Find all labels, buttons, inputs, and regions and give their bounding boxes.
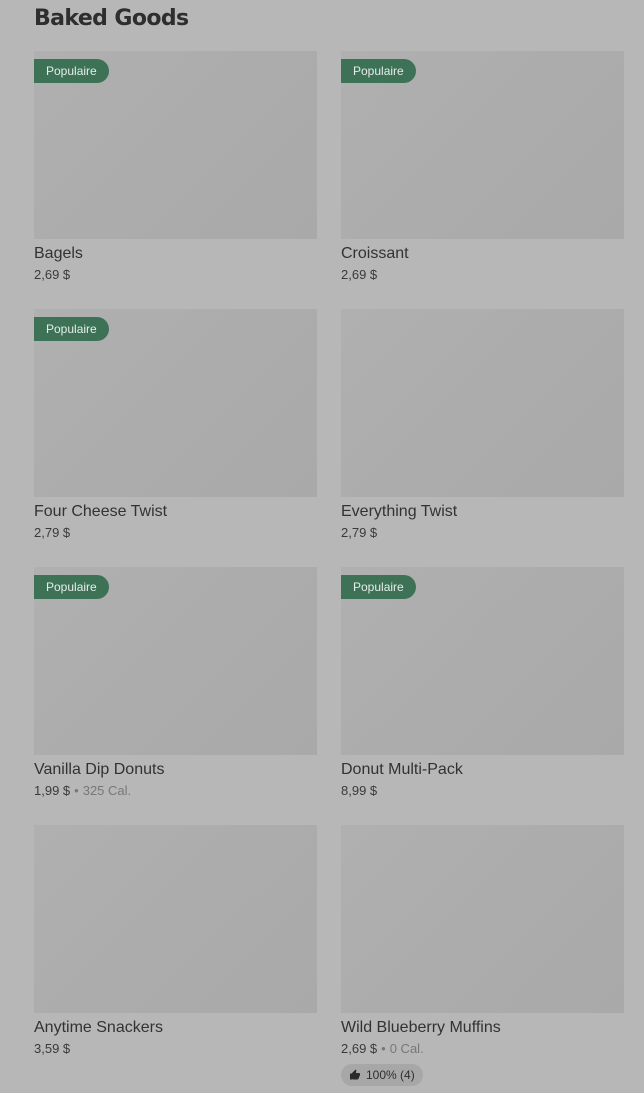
product-grid: Populaire Bagels 2,69 $ Populaire Croiss… <box>34 51 624 1086</box>
product-meta: 2,69 $ • 0 Cal. <box>341 1040 624 1058</box>
product-name: Croissant <box>341 245 409 262</box>
product-meta: 2,69 $ <box>341 266 624 284</box>
product-calories: 325 Cal. <box>82 783 132 798</box>
product-image[interactable] <box>34 825 317 1013</box>
product-price: 2,69 $ <box>341 267 378 282</box>
popular-badge: Populaire <box>341 575 416 599</box>
product-meta: 2,79 $ <box>341 524 624 542</box>
product-name: Wild Blueberry Muffins <box>341 1019 501 1036</box>
product-image[interactable]: Populaire <box>34 51 317 239</box>
product-name: Four Cheese Twist <box>34 503 168 520</box>
product-card[interactable]: Wild Blueberry Muffins 2,69 $ • 0 Cal. 100… <box>341 825 624 1086</box>
popular-badge: Populaire <box>34 59 109 83</box>
product-image[interactable]: Populaire <box>341 51 624 239</box>
product-name: Donut Multi-Pack <box>341 761 463 778</box>
rating-pill: 100% (4) <box>341 1064 423 1086</box>
popular-badge: Populaire <box>341 59 416 83</box>
product-price: 2,69 $ <box>34 267 71 282</box>
product-meta: 1,99 $ • 325 Cal. <box>34 782 317 800</box>
product-card[interactable]: Anytime Snackers 3,59 $ <box>34 825 317 1083</box>
separator-dot: • <box>74 783 79 798</box>
product-image[interactable]: Populaire <box>34 567 317 755</box>
product-card[interactable]: Populaire Bagels 2,69 $ <box>34 51 317 309</box>
product-card[interactable]: Populaire Vanilla Dip Donuts 1,99 $ • 325 … <box>34 567 317 825</box>
product-card[interactable]: Populaire Donut Multi-Pack 8,99 $ <box>341 567 624 825</box>
product-card[interactable]: Everything Twist 2,79 $ <box>341 309 624 567</box>
separator-dot: • <box>381 1041 386 1056</box>
product-name: Anytime Snackers <box>34 1019 163 1036</box>
rating-text: 100% (4) <box>366 1068 415 1082</box>
product-price: 8,99 $ <box>341 783 378 798</box>
product-name: Everything Twist <box>341 503 458 520</box>
product-price: 2,79 $ <box>341 525 378 540</box>
popular-badge: Populaire <box>34 575 109 599</box>
section-title: Baked Goods <box>34 6 189 31</box>
product-meta: 8,99 $ <box>341 782 624 800</box>
product-price: 3,59 $ <box>34 1041 71 1056</box>
menu-section: Baked Goods Populaire Bagels 2,69 $ Popu… <box>0 0 644 1093</box>
product-card[interactable]: Populaire Four Cheese Twist 2,79 $ <box>34 309 317 567</box>
thumbs-up-icon <box>350 1069 360 1080</box>
product-name: Vanilla Dip Donuts <box>34 761 165 778</box>
product-meta: 2,69 $ <box>34 266 317 284</box>
product-card[interactable]: Populaire Croissant 2,69 $ <box>341 51 624 309</box>
popular-badge: Populaire <box>34 317 109 341</box>
product-calories: 0 Cal. <box>389 1041 424 1056</box>
product-name: Bagels <box>34 245 83 262</box>
product-meta: 2,79 $ <box>34 524 317 542</box>
product-image[interactable]: Populaire <box>34 309 317 497</box>
product-image[interactable] <box>341 309 624 497</box>
product-price: 2,69 $ <box>341 1041 378 1056</box>
product-meta: 3,59 $ <box>34 1040 317 1058</box>
product-image[interactable]: Populaire <box>341 567 624 755</box>
product-image[interactable] <box>341 825 624 1013</box>
product-price: 2,79 $ <box>34 525 71 540</box>
product-price: 1,99 $ <box>34 783 71 798</box>
